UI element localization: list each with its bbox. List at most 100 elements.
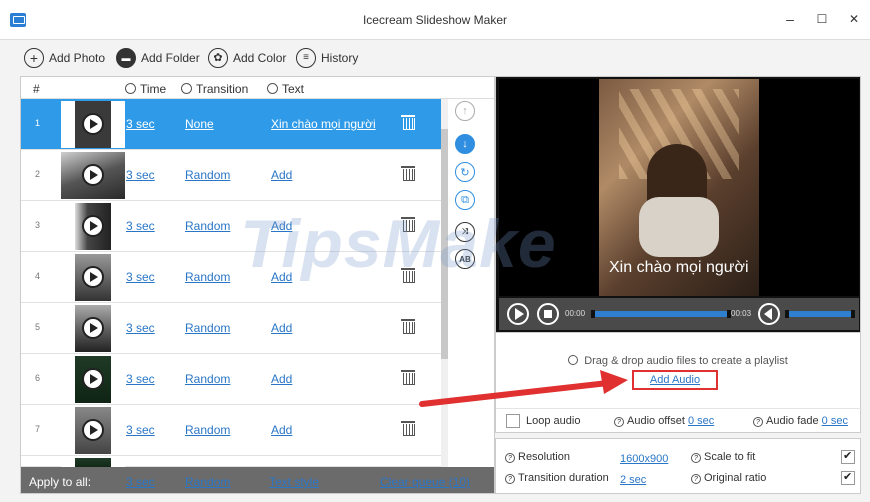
apply-to-all-label: Apply to all: xyxy=(29,475,92,489)
clear-queue-link[interactable]: Clear queue (10) xyxy=(380,475,470,489)
add-folder-button[interactable]: ▬ Add Folder xyxy=(116,46,200,70)
play-icon[interactable] xyxy=(82,164,104,186)
row-transition[interactable]: None xyxy=(185,117,214,131)
play-icon[interactable] xyxy=(82,317,104,339)
toolbar: + Add Photo ▬ Add Folder ✿ Add Color ≡ H… xyxy=(0,40,870,76)
row-transition[interactable]: Random xyxy=(185,270,230,284)
add-audio-link[interactable]: Add Audio xyxy=(632,370,718,390)
header-transition[interactable]: Transition xyxy=(181,82,248,96)
audio-fade-link[interactable]: 0 sec xyxy=(822,415,848,427)
row-time[interactable]: 3 sec xyxy=(126,321,155,335)
maximize-button[interactable]: ☐ xyxy=(808,8,836,30)
row-transition[interactable]: Random xyxy=(185,321,230,335)
list-scrollbar[interactable] xyxy=(441,99,448,467)
header-time[interactable]: Time xyxy=(125,82,166,96)
resolution-link[interactable]: 1600x900 xyxy=(620,453,668,465)
trash-icon[interactable] xyxy=(401,370,415,385)
row-time[interactable]: 3 sec xyxy=(126,372,155,386)
row-number: 2 xyxy=(35,169,41,179)
play-icon[interactable] xyxy=(82,215,104,237)
rotate-icon[interactable]: ↻ xyxy=(455,162,475,182)
window-title: Icecream Slideshow Maker xyxy=(362,13,508,27)
audio-offset: ? Audio offset 0 sec xyxy=(614,415,714,427)
table-row[interactable]: 3 3 sec Random Add xyxy=(21,201,441,252)
play-icon[interactable] xyxy=(507,303,529,325)
ab-text-icon[interactable]: AB xyxy=(455,249,475,269)
slide-thumbnail[interactable] xyxy=(61,101,125,148)
row-transition[interactable]: Random xyxy=(185,423,230,437)
table-row[interactable]: 4 3 sec Random Add xyxy=(21,252,441,303)
transition-duration-label: Transition duration xyxy=(518,472,609,484)
table-row[interactable]: 2 3 sec Random Add xyxy=(21,150,441,201)
audio-offset-label: Audio offset xyxy=(627,415,685,427)
trash-icon[interactable] xyxy=(401,319,415,334)
row-transition[interactable]: Random xyxy=(185,168,230,182)
close-button[interactable]: ✕ xyxy=(840,8,868,30)
row-time[interactable]: 3 sec xyxy=(126,117,155,131)
drop-text: Drag & drop audio files to create a play… xyxy=(584,355,788,367)
volume-slider[interactable] xyxy=(785,310,855,318)
transition-duration-link[interactable]: 2 sec xyxy=(620,474,646,486)
row-text[interactable]: Add xyxy=(271,321,292,335)
add-photo-button[interactable]: + Add Photo xyxy=(24,46,105,70)
table-row[interactable]: 7 3 sec Random Add xyxy=(21,405,441,456)
scrollbar-thumb[interactable] xyxy=(441,129,448,359)
row-text[interactable]: Add xyxy=(271,372,292,386)
volume-icon[interactable] xyxy=(758,303,780,325)
table-row[interactable]: 1 3 sec None Xin chào mọi người xyxy=(21,99,441,150)
table-row[interactable] xyxy=(21,456,441,469)
loop-audio-checkbox[interactable] xyxy=(506,414,520,428)
trash-icon[interactable] xyxy=(401,268,415,283)
move-down-icon[interactable]: ↓ xyxy=(455,134,475,154)
minimize-button[interactable]: – xyxy=(776,8,804,30)
play-icon[interactable] xyxy=(82,368,104,390)
slide-thumbnail[interactable] xyxy=(61,305,125,352)
table-row[interactable]: 6 3 sec Random Add xyxy=(21,354,441,405)
row-text[interactable]: Add xyxy=(271,423,292,437)
slide-thumbnail[interactable] xyxy=(61,407,125,454)
apply-time-link[interactable]: 3 sec xyxy=(126,475,155,489)
shuffle-icon[interactable]: ⤨ xyxy=(455,222,475,242)
row-time[interactable]: 3 sec xyxy=(126,270,155,284)
apply-transition-link[interactable]: Random xyxy=(185,475,230,489)
play-icon[interactable] xyxy=(82,419,104,441)
trash-icon[interactable] xyxy=(401,115,415,130)
slide-thumbnail[interactable] xyxy=(61,356,125,403)
row-time[interactable]: 3 sec xyxy=(126,168,155,182)
row-transition[interactable]: Random xyxy=(185,219,230,233)
row-transition[interactable]: Random xyxy=(185,372,230,386)
add-color-button[interactable]: ✿ Add Color xyxy=(208,46,286,70)
help-icon: ? xyxy=(614,417,624,427)
title-bar: Icecream Slideshow Maker – ☐ ✕ xyxy=(0,0,870,40)
seek-bar[interactable] xyxy=(591,310,731,318)
audio-drop-zone[interactable]: Drag & drop audio files to create a play… xyxy=(496,355,860,367)
scale-to-fit-checkbox[interactable] xyxy=(841,449,855,464)
row-time[interactable]: 3 sec xyxy=(126,423,155,437)
play-icon[interactable] xyxy=(82,266,104,288)
slide-thumbnail[interactable] xyxy=(61,203,125,250)
row-text[interactable]: Xin chào mọi người xyxy=(271,117,376,131)
row-text[interactable]: Add xyxy=(271,270,292,284)
history-button[interactable]: ≡ History xyxy=(296,46,358,70)
text-style-link[interactable]: Text style xyxy=(269,475,319,489)
trash-icon[interactable] xyxy=(401,421,415,436)
header-text[interactable]: Text xyxy=(267,82,304,96)
preview-frame[interactable]: Xin chào mọi người xyxy=(499,79,859,296)
table-row[interactable]: 5 3 sec Random Add xyxy=(21,303,441,354)
row-time[interactable]: 3 sec xyxy=(126,219,155,233)
row-text[interactable]: Add xyxy=(271,219,292,233)
audio-offset-link[interactable]: 0 sec xyxy=(688,415,714,427)
original-ratio-checkbox[interactable] xyxy=(841,470,855,485)
resolution-label: Resolution xyxy=(518,451,570,463)
trash-icon[interactable] xyxy=(401,217,415,232)
player-controls: 00:00 00:03 xyxy=(499,298,859,330)
stop-icon[interactable] xyxy=(537,303,559,325)
slide-thumbnail[interactable] xyxy=(61,152,125,199)
row-text[interactable]: Add xyxy=(271,168,292,182)
crop-icon[interactable]: ⧉ xyxy=(455,190,475,210)
transition-duration: ? Transition duration xyxy=(505,472,609,484)
slide-thumbnail[interactable] xyxy=(61,254,125,301)
play-icon[interactable] xyxy=(82,113,104,135)
move-up-icon[interactable]: ↑ xyxy=(455,101,475,121)
trash-icon[interactable] xyxy=(401,166,415,181)
